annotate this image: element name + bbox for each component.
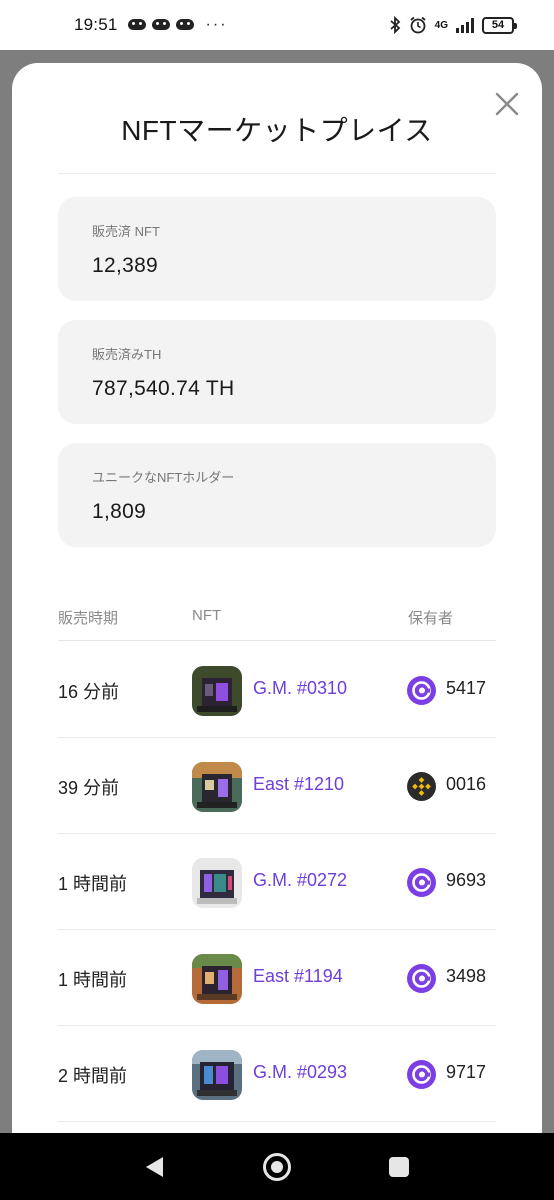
table-row[interactable]: 1 時間前 G.M. #0272 9693 — [58, 834, 496, 930]
alarm-icon — [410, 16, 426, 34]
game-controller-icon — [127, 19, 146, 31]
sales-table-header: 販売時期 NFT 保有者 — [58, 603, 496, 641]
nft-thumbnail[interactable] — [192, 858, 242, 908]
table-row[interactable]: 39 分前 East #1210 0016 — [58, 738, 496, 834]
stat-card-sold-nft: 販売済 NFT 12,389 — [58, 197, 496, 301]
sale-time: 1 時間前 — [58, 874, 128, 894]
gm-coin-icon — [407, 868, 436, 897]
nft-link[interactable]: East #1194 — [253, 966, 343, 987]
stat-value: 787,540.74 TH — [92, 377, 235, 400]
gm-coin-icon — [407, 964, 436, 993]
page-title: NFTマーケットプレイス — [121, 115, 433, 146]
sale-time: 39 分前 — [58, 778, 120, 798]
nft-thumbnail[interactable] — [192, 1050, 242, 1100]
gm-coin-icon — [407, 1060, 436, 1089]
bluetooth-icon — [390, 16, 400, 34]
battery-icon: 54 — [482, 16, 517, 34]
marketplace-sheet: NFTマーケットプレイス 販売済 NFT 12,389 販売済みTH 787,5… — [12, 63, 542, 1143]
nft-link[interactable]: G.M. #0293 — [253, 1062, 347, 1083]
navigation-bar — [0, 1133, 554, 1200]
back-icon[interactable] — [146, 1157, 163, 1177]
owner-id: 3498 — [446, 966, 487, 986]
battery-level: 54 — [491, 19, 505, 31]
table-row[interactable]: 2 時間前 G.M. #0293 9717 — [58, 1026, 496, 1122]
owner-id: 5417 — [446, 678, 487, 698]
table-row[interactable]: 16 分前 G.M. #0310 5417 — [58, 642, 496, 738]
status-bar: 19:51 ··· 4G 54 — [0, 0, 554, 50]
owner-id: 0016 — [446, 774, 487, 794]
sale-time: 1 時間前 — [58, 970, 128, 990]
stat-label: 販売済 NFT — [92, 224, 160, 239]
nft-link[interactable]: G.M. #0310 — [253, 678, 347, 699]
status-time: 19:51 — [74, 15, 118, 34]
column-header-owner: 保有者 — [408, 610, 454, 627]
stat-card-unique-holders: ユニークなNFTホルダー 1,809 — [58, 443, 496, 547]
divider — [58, 173, 496, 174]
nft-thumbnail[interactable] — [192, 762, 242, 812]
stat-value: 12,389 — [92, 254, 159, 277]
stat-label: ユニークなNFTホルダー — [92, 470, 235, 485]
sale-time: 16 分前 — [58, 682, 120, 702]
nft-thumbnail[interactable] — [192, 666, 242, 716]
signal-icon — [456, 17, 474, 33]
more-notifications-icon: ··· — [205, 16, 228, 33]
owner-id: 9717 — [446, 1062, 487, 1082]
stat-card-sold-th: 販売済みTH 787,540.74 TH — [58, 320, 496, 424]
gm-coin-icon — [407, 676, 436, 705]
network-type: 4G — [434, 19, 448, 31]
nft-link[interactable]: East #1210 — [253, 774, 344, 795]
bnb-icon — [407, 772, 436, 801]
home-icon[interactable] — [263, 1153, 291, 1181]
sale-time: 2 時間前 — [58, 1066, 128, 1086]
stat-value: 1,809 — [92, 500, 147, 523]
table-row[interactable]: 1 時間前 East #1194 3498 — [58, 930, 496, 1026]
column-header-nft: NFT — [192, 607, 222, 624]
column-header-time: 販売時期 — [58, 610, 119, 627]
recent-apps-icon[interactable] — [389, 1157, 409, 1177]
game-controller-icon — [151, 19, 170, 31]
game-controller-icon — [175, 19, 194, 31]
owner-id: 9693 — [446, 870, 487, 890]
nft-link[interactable]: G.M. #0272 — [253, 870, 347, 891]
stat-label: 販売済みTH — [92, 347, 162, 362]
nft-thumbnail[interactable] — [192, 954, 242, 1004]
